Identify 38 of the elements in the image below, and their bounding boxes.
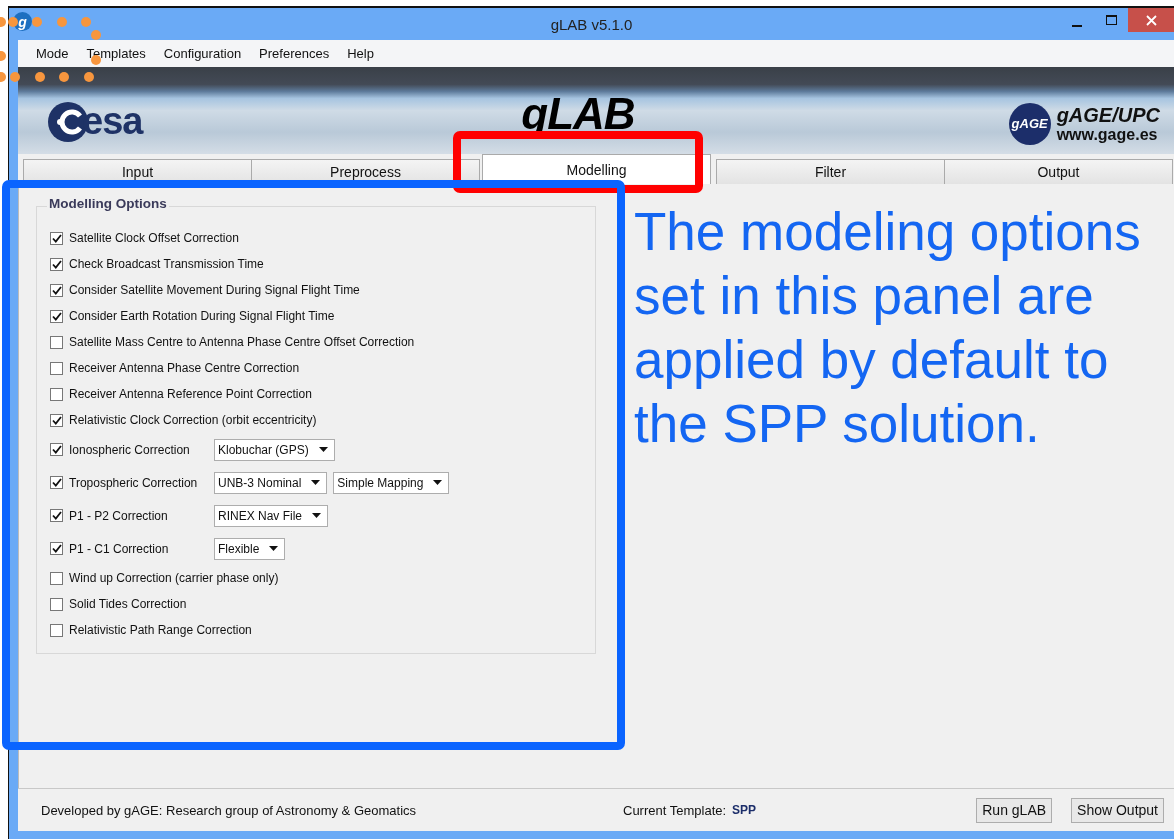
option-label: Consider Satellite Movement During Signal Flight Time: [69, 283, 360, 297]
option-label: Ionospheric Correction: [69, 442, 191, 457]
dropdown[interactable]: Klobuchar (GPS): [214, 438, 335, 461]
menu-item[interactable]: Preferences: [250, 46, 339, 61]
option-label: Tropospheric Correction: [69, 475, 199, 490]
template-value: SPP: [732, 803, 757, 817]
option-label: Satellite Clock Offset Correction: [69, 231, 239, 245]
window-title: gLAB v5.1.0: [550, 16, 633, 33]
tab[interactable]: Output: [944, 159, 1173, 184]
option-label: Relativistic Path Range Correction: [69, 623, 252, 637]
credit-text: Developed by gAGE: Research group of Astronomy & Geomatics: [41, 802, 418, 818]
option-label: Satellite Mass Centre to Antenna Phase Centre Offset Correction: [69, 335, 415, 349]
option-label: P1 - C1 Correction: [69, 541, 170, 556]
action-button[interactable]: Run gLAB: [976, 797, 1053, 823]
action-button[interactable]: Show Output: [1071, 797, 1164, 823]
website-url: www.gage.es: [1056, 125, 1158, 144]
template-label: Current Template:: [623, 802, 727, 818]
dropdown[interactable]: RINEX Nav File: [214, 504, 329, 527]
gage-logo-badge: gAGE: [1008, 102, 1051, 145]
menu-item[interactable]: Templates: [77, 46, 155, 61]
option-label: Wind up Correction (carrier phase only): [69, 571, 279, 585]
option-label: Receiver Antenna Reference Point Correction: [69, 387, 312, 401]
option-label: Consider Earth Rotation During Signal Flight Time: [69, 309, 335, 323]
dropdown[interactable]: UNB-3 Nominal: [214, 471, 328, 494]
dropdown[interactable]: Flexible: [214, 537, 286, 560]
menu-item[interactable]: Help: [338, 46, 383, 61]
option-label: P1 - P2 Correction: [69, 508, 169, 523]
annotation-text: The modeling options set in this panel are applied by default to the SPP solution.: [634, 201, 1142, 455]
dropdown[interactable]: Simple Mapping: [333, 471, 450, 494]
menu-item[interactable]: Configuration: [154, 46, 251, 61]
organization-name: gAGE/UPC: [1056, 103, 1160, 126]
option-label: Relativistic Clock Correction (orbit eccentricity): [69, 413, 317, 427]
option-label: Solid Tides Correction: [69, 597, 187, 611]
menu-item[interactable]: Mode: [27, 46, 78, 61]
group-title: Modelling Options: [47, 196, 169, 211]
option-label: Check Broadcast Transmission Time: [69, 257, 264, 271]
option-label: Receiver Antenna Phase Centre Correction: [69, 361, 300, 375]
tab[interactable]: Filter: [716, 159, 945, 184]
